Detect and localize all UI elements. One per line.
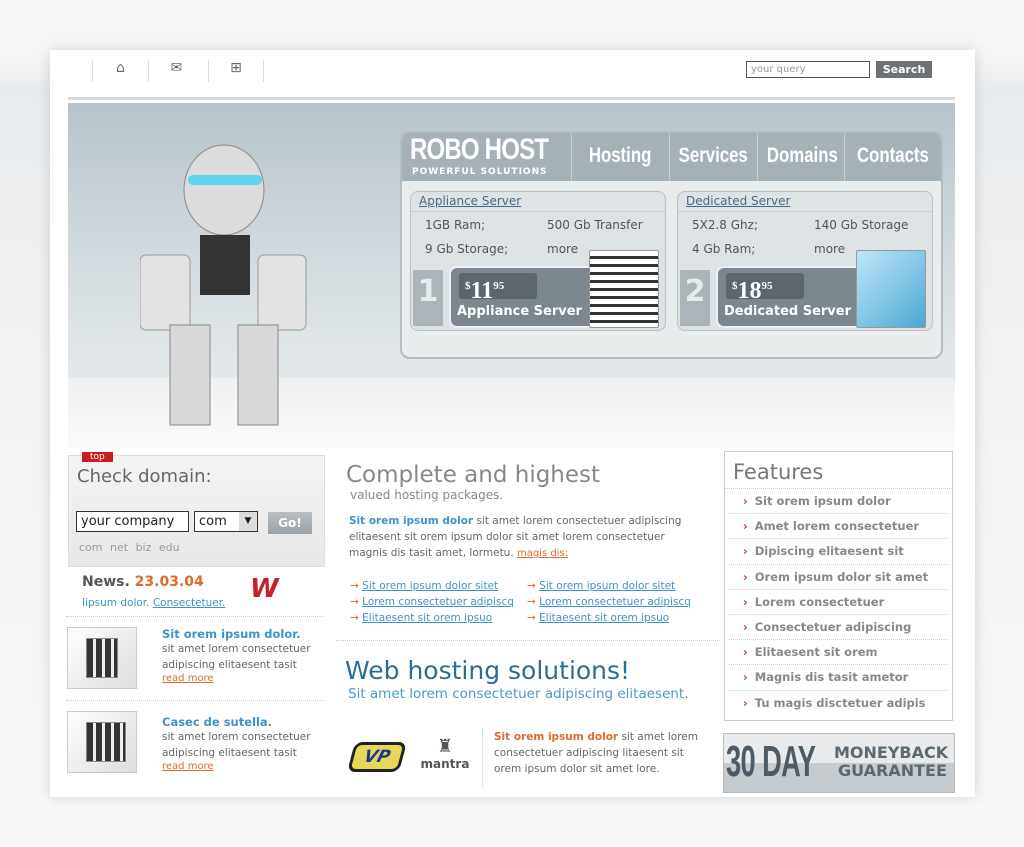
guarantee-banner[interactable]: 30 DAY MONEYBACK GUARANTEE bbox=[723, 733, 955, 793]
divider bbox=[66, 616, 324, 617]
search-input[interactable]: your query bbox=[746, 61, 870, 78]
content-link[interactable]: Lorem consectetuer adipiscq bbox=[539, 596, 691, 608]
spec: 1GB Ram; bbox=[425, 218, 486, 232]
read-more-link[interactable]: read more bbox=[162, 761, 322, 772]
logo[interactable]: ROBO HOST POWERFUL SOLUTIONS bbox=[402, 133, 572, 181]
nav-contacts[interactable]: Contacts bbox=[845, 133, 941, 181]
news-item: Casec de sutella. sit amet lorem consect… bbox=[162, 715, 322, 772]
brand-name: ROBO HOST bbox=[410, 133, 549, 166]
plan-number: 2 bbox=[680, 270, 710, 326]
content-link[interactable]: Sit orem ipsum dolor sitet bbox=[362, 580, 498, 592]
plan-dedicated: Dedicated Server 5X2.8 Ghz; 140 Gb Stora… bbox=[677, 191, 933, 331]
tld-link[interactable]: edu bbox=[159, 541, 180, 554]
robot-illustration bbox=[140, 144, 307, 426]
features-box: Features › Sit orem ipsum dolor › Amet lor… bbox=[724, 451, 953, 721]
chevron-down-icon[interactable]: ▼ bbox=[239, 512, 257, 531]
feature-item[interactable]: › Amet lorem consectetuer bbox=[729, 514, 948, 540]
server-image bbox=[589, 250, 659, 328]
feature-item[interactable]: › Tu magis disctetuer adipis bbox=[729, 691, 948, 716]
content-link[interactable]: Elitaesent sit orem ipsuo bbox=[362, 612, 492, 624]
content-link[interactable]: Sit orem ipsum dolor sitet bbox=[539, 580, 675, 592]
check-domain-title: Check domain: bbox=[77, 466, 212, 487]
features-title: Features bbox=[725, 452, 952, 489]
feature-item[interactable]: › Lorem consectetuer bbox=[729, 590, 948, 615]
sitemap-icon[interactable]: ⊞ bbox=[208, 60, 264, 82]
more-link[interactable]: more bbox=[814, 242, 845, 256]
mantra-logo: ♜ mantra bbox=[420, 736, 470, 771]
nav-services[interactable]: Services bbox=[670, 133, 758, 181]
web-hosting-title: Web hosting solutions! bbox=[345, 656, 631, 685]
news-label: News. bbox=[82, 574, 130, 590]
tld-link[interactable]: biz bbox=[136, 541, 152, 554]
tld-link[interactable]: net bbox=[110, 541, 128, 554]
w-logo: W bbox=[250, 574, 279, 604]
nav-domains[interactable]: Domains bbox=[758, 133, 845, 181]
divider bbox=[66, 700, 324, 701]
domain-input[interactable]: your company bbox=[76, 511, 189, 532]
partner-bold: Sit orem ipsum dolor bbox=[494, 731, 619, 743]
feature-item[interactable]: › Magnis dis tasit ametor bbox=[729, 665, 948, 691]
hosting-panel: ROBO HOST POWERFUL SOLUTIONS Hosting Serv… bbox=[400, 131, 943, 359]
plan-title-link[interactable]: Dedicated Server bbox=[678, 192, 932, 212]
divider bbox=[482, 728, 483, 788]
web-hosting-subtitle: Sit amet lorem consectetuer adipiscing e… bbox=[348, 686, 689, 702]
more-link[interactable]: more bbox=[547, 242, 578, 256]
plan-title-link[interactable]: Appliance Server bbox=[411, 192, 665, 212]
top-badge: top bbox=[82, 452, 113, 462]
content-link[interactable]: Lorem consectetuer adipiscq bbox=[362, 596, 514, 608]
feature-item[interactable]: › Orem ipsum dolor sit amet bbox=[729, 565, 948, 590]
brand-tagline: POWERFUL SOLUTIONS bbox=[412, 167, 548, 177]
vp-logo: VP bbox=[346, 742, 408, 772]
spec: 9 Gb Storage; bbox=[425, 242, 509, 256]
read-more-link[interactable]: read more bbox=[162, 673, 322, 684]
search-button[interactable]: Search bbox=[876, 61, 932, 78]
main-subtitle: valued hosting packages. bbox=[350, 488, 504, 502]
lead-bold: Sit orem ipsum dolor bbox=[349, 515, 474, 527]
feature-item[interactable]: › Sit orem ipsum dolor bbox=[729, 489, 948, 515]
main-nav: ROBO HOST POWERFUL SOLUTIONS Hosting Serv… bbox=[402, 133, 941, 181]
feature-item[interactable]: › Elitaesent sit orem bbox=[729, 640, 948, 666]
spec: 4 Gb Ram; bbox=[692, 242, 756, 256]
spec: 5X2.8 Ghz; bbox=[692, 218, 758, 232]
home-icon[interactable]: ⌂ bbox=[92, 60, 148, 82]
feature-item[interactable]: › Dipiscing elitaesent sit bbox=[729, 539, 948, 565]
plan-number: 1 bbox=[413, 270, 443, 326]
server-image bbox=[856, 250, 926, 328]
feature-item[interactable]: › Consectetuer adipiscing bbox=[729, 615, 948, 641]
plan-appliance: Appliance Server 1GB Ram; 500 Gb Transfe… bbox=[410, 191, 666, 331]
tld-link[interactable]: com bbox=[79, 541, 103, 554]
news-text: Iipsum dolor. bbox=[82, 597, 150, 609]
news-item: Sit orem ipsum dolor. sit amet lorem con… bbox=[162, 627, 322, 684]
news-thumbnail bbox=[67, 711, 137, 773]
mail-icon[interactable]: ✉ bbox=[148, 60, 204, 82]
links-right: → Sit orem ipsum dolor sitet → Lorem con… bbox=[527, 580, 691, 624]
content-link[interactable]: Elitaesent sit orem ipsuo bbox=[539, 612, 669, 624]
lead-link[interactable]: magis dis: bbox=[517, 548, 568, 559]
news-thumbnail bbox=[67, 627, 137, 689]
tld-select[interactable]: com ▼ bbox=[194, 511, 258, 532]
news-date: 23.03.04 bbox=[134, 574, 204, 590]
divider bbox=[336, 640, 720, 641]
nav-hosting[interactable]: Hosting bbox=[572, 133, 670, 181]
spec: 500 Gb Transfer bbox=[547, 218, 643, 232]
main-title: Complete and highest bbox=[346, 462, 601, 488]
go-button[interactable]: Go! bbox=[268, 512, 312, 534]
spec: 140 Gb Storage bbox=[814, 218, 909, 232]
news-link[interactable]: Consectetuer. bbox=[153, 597, 226, 609]
links-left: → Sit orem ipsum dolor sitet → Lorem con… bbox=[350, 580, 514, 624]
